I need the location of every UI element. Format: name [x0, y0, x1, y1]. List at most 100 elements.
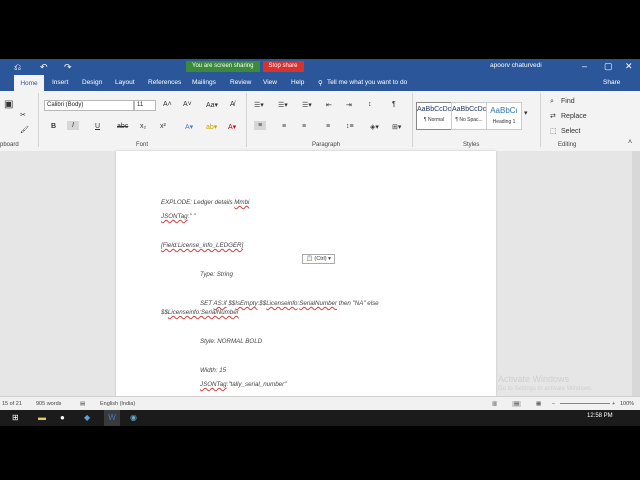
chrome-icon[interactable]: ●: [60, 413, 65, 422]
web-layout-icon[interactable]: ▦: [536, 401, 541, 407]
doc-line-width: Width: 15: [200, 367, 227, 374]
font-name-box[interactable]: Calibri (Body): [44, 100, 134, 111]
doc-line-jsontag-serial: JSONTag:"tally_serial_number": [200, 381, 287, 388]
paste-options-button[interactable]: 📋 (Ctrl) ▾: [302, 254, 335, 264]
justify-icon[interactable]: ≡: [326, 123, 330, 130]
taskbar-app2-icon[interactable]: ◉: [130, 413, 137, 422]
doc-line-type: Type: String: [200, 271, 233, 278]
word-count[interactable]: 905 words: [36, 401, 61, 407]
document-page[interactable]: EXPLODE: Ledger details Mmbi JSONTag:" "…: [116, 151, 496, 396]
zoom-out-icon[interactable]: –: [552, 401, 555, 407]
align-right-icon[interactable]: ≡: [302, 123, 306, 130]
increase-indent-icon[interactable]: ⇥: [346, 101, 352, 109]
activate-windows-title: Activate Windows: [498, 374, 570, 384]
highlight-icon[interactable]: ab▾: [206, 123, 217, 131]
strikethrough-icon[interactable]: abc: [117, 123, 128, 130]
tell-me-box[interactable]: Tell me what you want to do: [327, 79, 407, 86]
doc-line-style: Style: NORMAL BOLD: [200, 338, 263, 345]
font-size-box[interactable]: 11: [134, 100, 156, 111]
find-button[interactable]: Find: [561, 98, 575, 105]
minimize-icon[interactable]: –: [582, 61, 587, 71]
lightbulb-icon: ⚲: [318, 80, 323, 87]
user-name[interactable]: apoorv chaturvedi: [490, 62, 542, 69]
format-painter-icon[interactable]: 🖌: [20, 126, 29, 134]
undo-icon[interactable]: ↶: [40, 62, 48, 73]
taskbar-app-icon[interactable]: ◆: [84, 413, 90, 422]
sort-icon[interactable]: ↕: [368, 101, 372, 108]
change-case-icon[interactable]: Aa▾: [206, 101, 218, 109]
document-canvas: EXPLODE: Ledger details Mmbi JSONTag:" "…: [0, 151, 640, 396]
share-button[interactable]: Share: [603, 79, 620, 86]
borders-icon[interactable]: ⊞▾: [392, 123, 401, 131]
paragraph-group-label: Paragraph: [312, 142, 341, 148]
tab-design[interactable]: Design: [82, 79, 102, 86]
clear-format-icon[interactable]: A̸: [230, 101, 235, 108]
taskbar: ⊞ ▬ ● ◆ W ◉ 12:58 PM: [0, 410, 640, 426]
restore-icon[interactable]: ▢: [604, 61, 613, 72]
tab-layout[interactable]: Layout: [115, 79, 135, 86]
stop-share-button[interactable]: Stop share: [262, 60, 304, 72]
tab-references[interactable]: References: [148, 79, 181, 86]
style-heading-1[interactable]: AaBbCı Heading 1: [486, 102, 522, 130]
underline-icon[interactable]: U: [95, 123, 100, 130]
collapse-ribbon-icon[interactable]: ˄: [628, 139, 632, 146]
decrease-indent-icon[interactable]: ⇤: [326, 101, 332, 109]
align-left-icon[interactable]: ≡: [254, 121, 267, 130]
italic-icon[interactable]: I: [67, 121, 79, 130]
doc-line-field: [Field:License_info_LEDGER]: [161, 242, 244, 249]
activate-windows-subtitle: Go to Settings to activate Windows.: [498, 386, 593, 392]
file-explorer-icon[interactable]: ▬: [38, 413, 46, 422]
numbering-icon[interactable]: ☰▾: [278, 101, 288, 109]
align-center-icon[interactable]: ≡: [282, 123, 286, 130]
bullets-icon[interactable]: ☰▾: [254, 101, 264, 109]
redo-icon[interactable]: ↷: [64, 62, 72, 73]
doc-line-explode: EXPLODE: Ledger details Mmbi: [161, 199, 250, 206]
paste-icon[interactable]: ▣: [4, 99, 13, 110]
page-count[interactable]: 15 of 21: [2, 401, 22, 407]
tab-home[interactable]: Home: [14, 75, 44, 91]
tab-mailings[interactable]: Mailings: [192, 79, 216, 86]
shading-icon[interactable]: ◈▾: [370, 123, 379, 131]
styles-more-icon[interactable]: ▾: [524, 109, 528, 117]
print-layout-icon[interactable]: ▤: [512, 401, 522, 407]
select-icon[interactable]: ⬚: [550, 127, 557, 135]
save-icon[interactable]: ⎌: [14, 62, 21, 73]
multilevel-icon[interactable]: ☰▾: [302, 101, 312, 109]
grow-font-icon[interactable]: A˄: [163, 101, 172, 108]
clock[interactable]: 12:58 PM: [587, 413, 613, 419]
screen-share-bar: You are screen sharing Stop share: [186, 59, 304, 73]
replace-icon[interactable]: ⇄: [550, 112, 556, 120]
read-mode-icon[interactable]: ▥: [492, 401, 497, 407]
zoom-in-icon[interactable]: +: [612, 401, 615, 407]
superscript-icon[interactable]: x²: [160, 123, 166, 130]
zoom-slider[interactable]: [560, 403, 610, 404]
cut-icon[interactable]: ✂: [20, 111, 26, 119]
font-color-icon[interactable]: A▾: [228, 123, 236, 131]
bold-icon[interactable]: B: [51, 123, 56, 130]
proofing-icon[interactable]: ▤: [80, 401, 85, 407]
style-name: ¶ Normal: [423, 117, 445, 123]
style-preview: AaBbCı: [490, 106, 518, 115]
tab-review[interactable]: Review: [230, 79, 251, 86]
close-icon[interactable]: ✕: [625, 61, 633, 72]
title-bar: ⎌ ↶ ↷ You are screen sharing Stop share …: [0, 59, 640, 75]
text-effects-icon[interactable]: A▾: [185, 123, 193, 131]
subscript-icon[interactable]: x₂: [140, 123, 146, 130]
pilcrow-icon[interactable]: ¶: [392, 101, 396, 108]
line-spacing-icon[interactable]: ↕≡: [346, 123, 354, 130]
replace-button[interactable]: Replace: [561, 113, 587, 120]
style-no-spacing[interactable]: AaBbCcDc ¶ No Spac...: [451, 102, 487, 130]
vertical-scrollbar[interactable]: [632, 151, 640, 396]
style-normal[interactable]: AaBbCcDc ¶ Normal: [416, 102, 452, 130]
find-icon[interactable]: ⌕: [550, 98, 554, 106]
zoom-level[interactable]: 100%: [620, 401, 634, 407]
tab-insert[interactable]: Insert: [52, 79, 68, 86]
language[interactable]: English (India): [100, 401, 135, 407]
word-taskbar-icon[interactable]: W: [104, 410, 120, 426]
select-button[interactable]: Select: [561, 128, 580, 135]
shrink-font-icon[interactable]: A˅: [183, 101, 192, 108]
windows-start-icon[interactable]: ⊞: [12, 413, 19, 422]
style-preview: AaBbCcDc: [417, 106, 452, 113]
tab-help[interactable]: Help: [291, 79, 304, 86]
tab-view[interactable]: View: [263, 79, 277, 86]
